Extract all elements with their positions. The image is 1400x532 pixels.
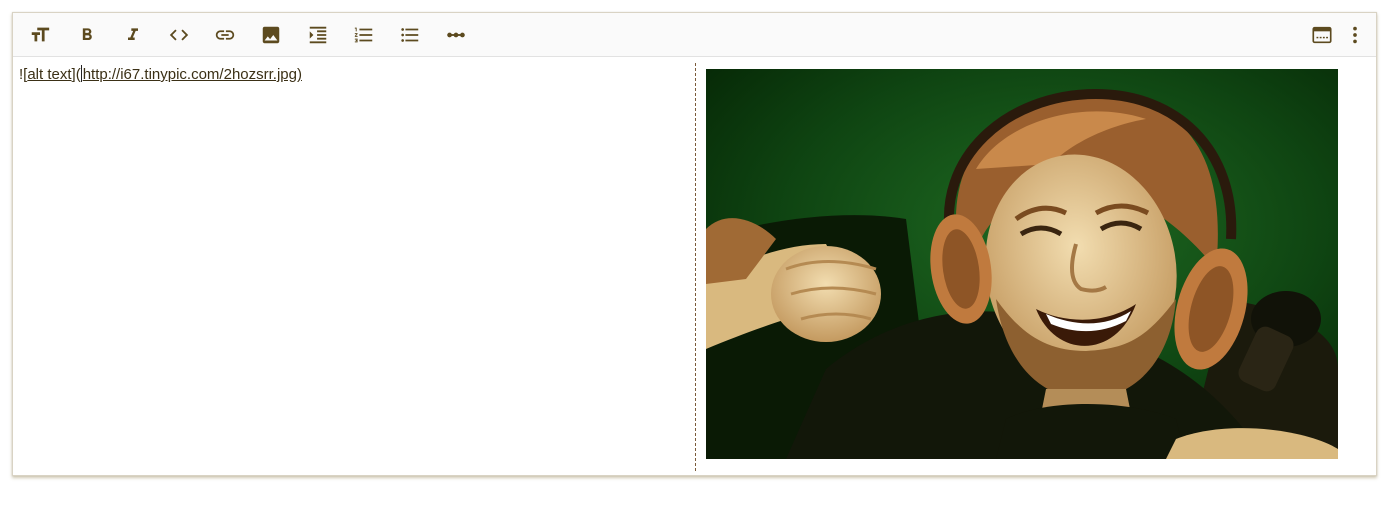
markdown-alt-text: alt text — [27, 66, 72, 83]
link-button[interactable] — [211, 21, 239, 49]
italic-button[interactable] — [119, 21, 147, 49]
indent-button[interactable] — [304, 21, 332, 49]
markdown-input-pane[interactable]: ![alt text](http://i67.tinypic.com/2hozs… — [13, 57, 695, 475]
markdown-editor: ![alt text](http://i67.tinypic.com/2hozs… — [12, 12, 1377, 476]
toggle-preview-button[interactable] — [1308, 21, 1336, 49]
text-cursor — [80, 65, 82, 82]
horizontal-rule-icon — [445, 24, 467, 46]
image-button[interactable] — [257, 21, 285, 49]
horizontal-rule-button[interactable] — [442, 21, 470, 49]
preview-image — [706, 69, 1338, 459]
code-button[interactable] — [165, 21, 193, 49]
more-options-button[interactable] — [1341, 21, 1369, 49]
markdown-image-url: http://i67.tinypic.com/2hozsrr.jpg) — [82, 66, 302, 83]
heading-button[interactable] — [26, 21, 54, 49]
preview-pane — [696, 57, 1376, 475]
image-icon — [260, 24, 282, 46]
markdown-link-middle: ]( — [71, 66, 81, 83]
indent-icon — [307, 24, 329, 46]
numbered-list-icon — [353, 24, 375, 46]
text-size-icon — [29, 24, 51, 46]
editor-toolbar — [13, 13, 1376, 57]
italic-icon — [123, 25, 143, 45]
bold-button[interactable] — [73, 21, 101, 49]
code-icon — [168, 24, 190, 46]
ordered-list-button[interactable] — [350, 21, 378, 49]
split-view-icon — [1311, 24, 1333, 46]
more-vert-icon — [1344, 24, 1366, 46]
link-icon — [214, 24, 236, 46]
bulleted-list-icon — [399, 24, 421, 46]
unordered-list-button[interactable] — [396, 21, 424, 49]
bold-icon — [77, 25, 97, 45]
markdown-line[interactable]: ![alt text](http://i67.tinypic.com/2hozs… — [19, 65, 689, 85]
